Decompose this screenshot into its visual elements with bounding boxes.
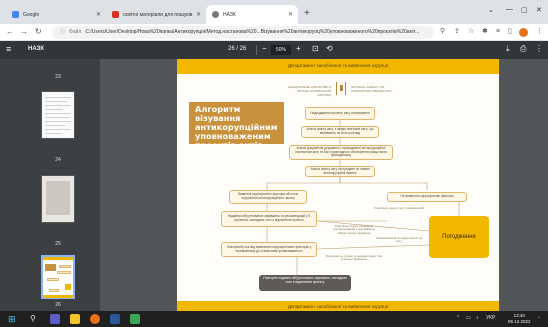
tab-materials[interactable]: освітні матеріали для пошуків ✕ [106, 5, 206, 24]
app-icon[interactable] [130, 314, 140, 324]
approval-result-box: Погодження [429, 216, 489, 258]
tab-nazk[interactable]: НАЗК ✕ [206, 5, 298, 24]
back-button[interactable]: ← [6, 27, 14, 37]
zoom-out-button[interactable]: − [262, 44, 267, 54]
extensions-icon[interactable]: ✱ [482, 27, 488, 37]
flow-step-remarks: Надання обґрунтованих зауважень та реком… [221, 211, 317, 227]
teams-icon[interactable] [50, 314, 60, 324]
side-panel-icon[interactable]: ▯ [508, 27, 512, 37]
reload-button[interactable]: ↻ [35, 27, 42, 37]
share-icon[interactable]: ⇪ [454, 27, 460, 37]
thumbnail-number: 25 [55, 241, 61, 247]
close-tab-icon[interactable]: ✕ [196, 11, 201, 18]
profile-avatar[interactable] [519, 28, 528, 37]
flow-step-content-analysis: Аналіз змісту акту, з якими пов'язані ак… [301, 126, 379, 138]
thumbnail-page-24[interactable] [41, 91, 75, 139]
flow-note-approved: Уповноважений погоджує проект до акту [375, 236, 423, 244]
flow-note-developer-notified: Розробник проекту акту повідомлений [374, 206, 424, 210]
close-tab-icon[interactable]: ✕ [288, 11, 293, 18]
search-icon[interactable]: ⚲ [440, 27, 445, 37]
flow-note-developer-fixed: Розробник усунув та передає доопрацьован… [333, 224, 375, 235]
flow-step-receipt: Надходження проекту акту на візування [305, 107, 375, 120]
thumbnail-number: 23 [55, 74, 61, 80]
page-footer-strip: Департамент запобігання та виявлення кор… [177, 301, 499, 311]
close-tab-icon[interactable]: ✕ [96, 11, 101, 18]
windows-taskbar: ⊞ ⚲ ⌃ ▭ ♪ УКР 13:40 06.12.2022 ▫ [0, 311, 548, 327]
maximize-button[interactable]: ▢ [521, 6, 528, 14]
clock-date: 06.12.2022 [508, 319, 531, 324]
tab-label: НАЗК [223, 11, 236, 18]
reading-list-icon[interactable]: ≡ [496, 27, 500, 37]
minimize-button[interactable]: — [506, 6, 513, 13]
flow-note-not-fixed: Розробник не усуває та передає проект бе… [325, 254, 383, 262]
flow-step-repeat-rejection: Повторне надання обґрунтованих зауважень… [259, 275, 351, 291]
language-indicator[interactable]: УКР [486, 315, 495, 321]
tray-chevron-icon[interactable]: ⌃ [456, 315, 460, 321]
flow-arrows [266, 120, 460, 275]
close-window-button[interactable]: ✕ [536, 6, 542, 14]
thumbnail-page-26[interactable] [41, 255, 75, 299]
tab-strip: Google ✕ освітні матеріали для пошуків ✕… [0, 0, 548, 24]
tab-label: освітні матеріали для пошуків [123, 11, 193, 18]
menu-kebab-icon[interactable]: ⋮ [536, 27, 543, 37]
new-tab-button[interactable]: + [304, 9, 310, 19]
gmail-icon [112, 11, 119, 18]
chrome-icon[interactable] [90, 314, 100, 324]
flow-step-reconsideration: Повторний розгляд виявлених корупціогенн… [221, 242, 317, 257]
google-icon [12, 11, 19, 18]
pdf-toolbar: ≡ НАЗК 26 / 26 − 50% + ⊡ ⟲ ⤓ ⎙ ⋮ [0, 41, 548, 59]
url-text: C:/Users/User/Desktop/Нова%20папка/Антик… [85, 29, 420, 35]
word-icon[interactable] [110, 314, 120, 324]
url-scheme: Файл [69, 29, 82, 35]
scanned-content [46, 181, 70, 215]
windows-start-icon[interactable]: ⊞ [8, 314, 18, 324]
file-icon: ⓘ [60, 29, 66, 35]
menu-hamburger-icon[interactable]: ≡ [6, 44, 11, 54]
tab-search-icon[interactable]: ⌄ [488, 6, 494, 14]
browser-window: Google ✕ освітні матеріали для пошуків ✕… [0, 0, 548, 327]
fit-page-icon[interactable]: ⊡ [312, 44, 319, 54]
thumbnail-page-25[interactable] [41, 175, 75, 223]
flow-step-requirements-check: Аналіз змісту акту на предмет чи наявні … [305, 166, 375, 177]
flow-step-expertise-analysis: Аналіз документів державної і проваджено… [289, 145, 393, 160]
footer-strip-text: Департамент запобігання та виявлення кор… [287, 304, 389, 309]
page-indicator[interactable]: 26 / 26 [228, 46, 246, 52]
toolbar-divider [256, 45, 257, 55]
file-explorer-icon[interactable] [70, 314, 80, 324]
zoom-input[interactable]: 50% [271, 45, 291, 55]
network-icon[interactable]: ▭ [466, 315, 471, 321]
document-icon [212, 11, 219, 18]
flow-step-factors-found: Виявлені корупціогенні фактори або інші … [229, 190, 307, 204]
rotate-icon[interactable]: ⟲ [326, 44, 333, 54]
document-title: НАЗК [28, 46, 45, 52]
tab-label: Google [23, 11, 40, 18]
bookmark-star-icon[interactable]: ☆ [468, 27, 474, 37]
print-icon[interactable]: ⎙ [520, 44, 526, 54]
notifications-icon[interactable]: ▫ [538, 315, 540, 321]
volume-icon[interactable]: ♪ [476, 315, 479, 321]
clock[interactable]: 13:40 06.12.2022 [508, 313, 531, 325]
address-bar-row: ← → ↻ ⓘ Файл C:/Users/User/Desktop/Нова%20… [0, 24, 548, 41]
thumbnail-number: 24 [55, 157, 61, 163]
address-input[interactable]: ⓘ Файл C:/Users/User/Desktop/Нова%20папка/… [52, 26, 434, 39]
pdf-page: Департамент запобігання та виявлення кор… [177, 59, 499, 311]
pdf-viewer[interactable]: Департамент запобігання та виявлення кор… [100, 59, 548, 311]
download-icon[interactable]: ⤓ [506, 44, 510, 54]
search-icon[interactable]: ⚲ [30, 314, 40, 324]
thumbnail-sidebar: 23 24 25 26 [0, 59, 100, 311]
tab-google[interactable]: Google ✕ [6, 5, 106, 24]
thumbnail-number: 26 [55, 302, 61, 308]
zoom-in-button[interactable]: + [296, 44, 301, 54]
more-options-icon[interactable]: ⋮ [535, 44, 543, 54]
flow-step-no-factors: Не виявлено корупціогенні фактори [387, 192, 467, 202]
forward-button[interactable]: → [20, 27, 28, 37]
